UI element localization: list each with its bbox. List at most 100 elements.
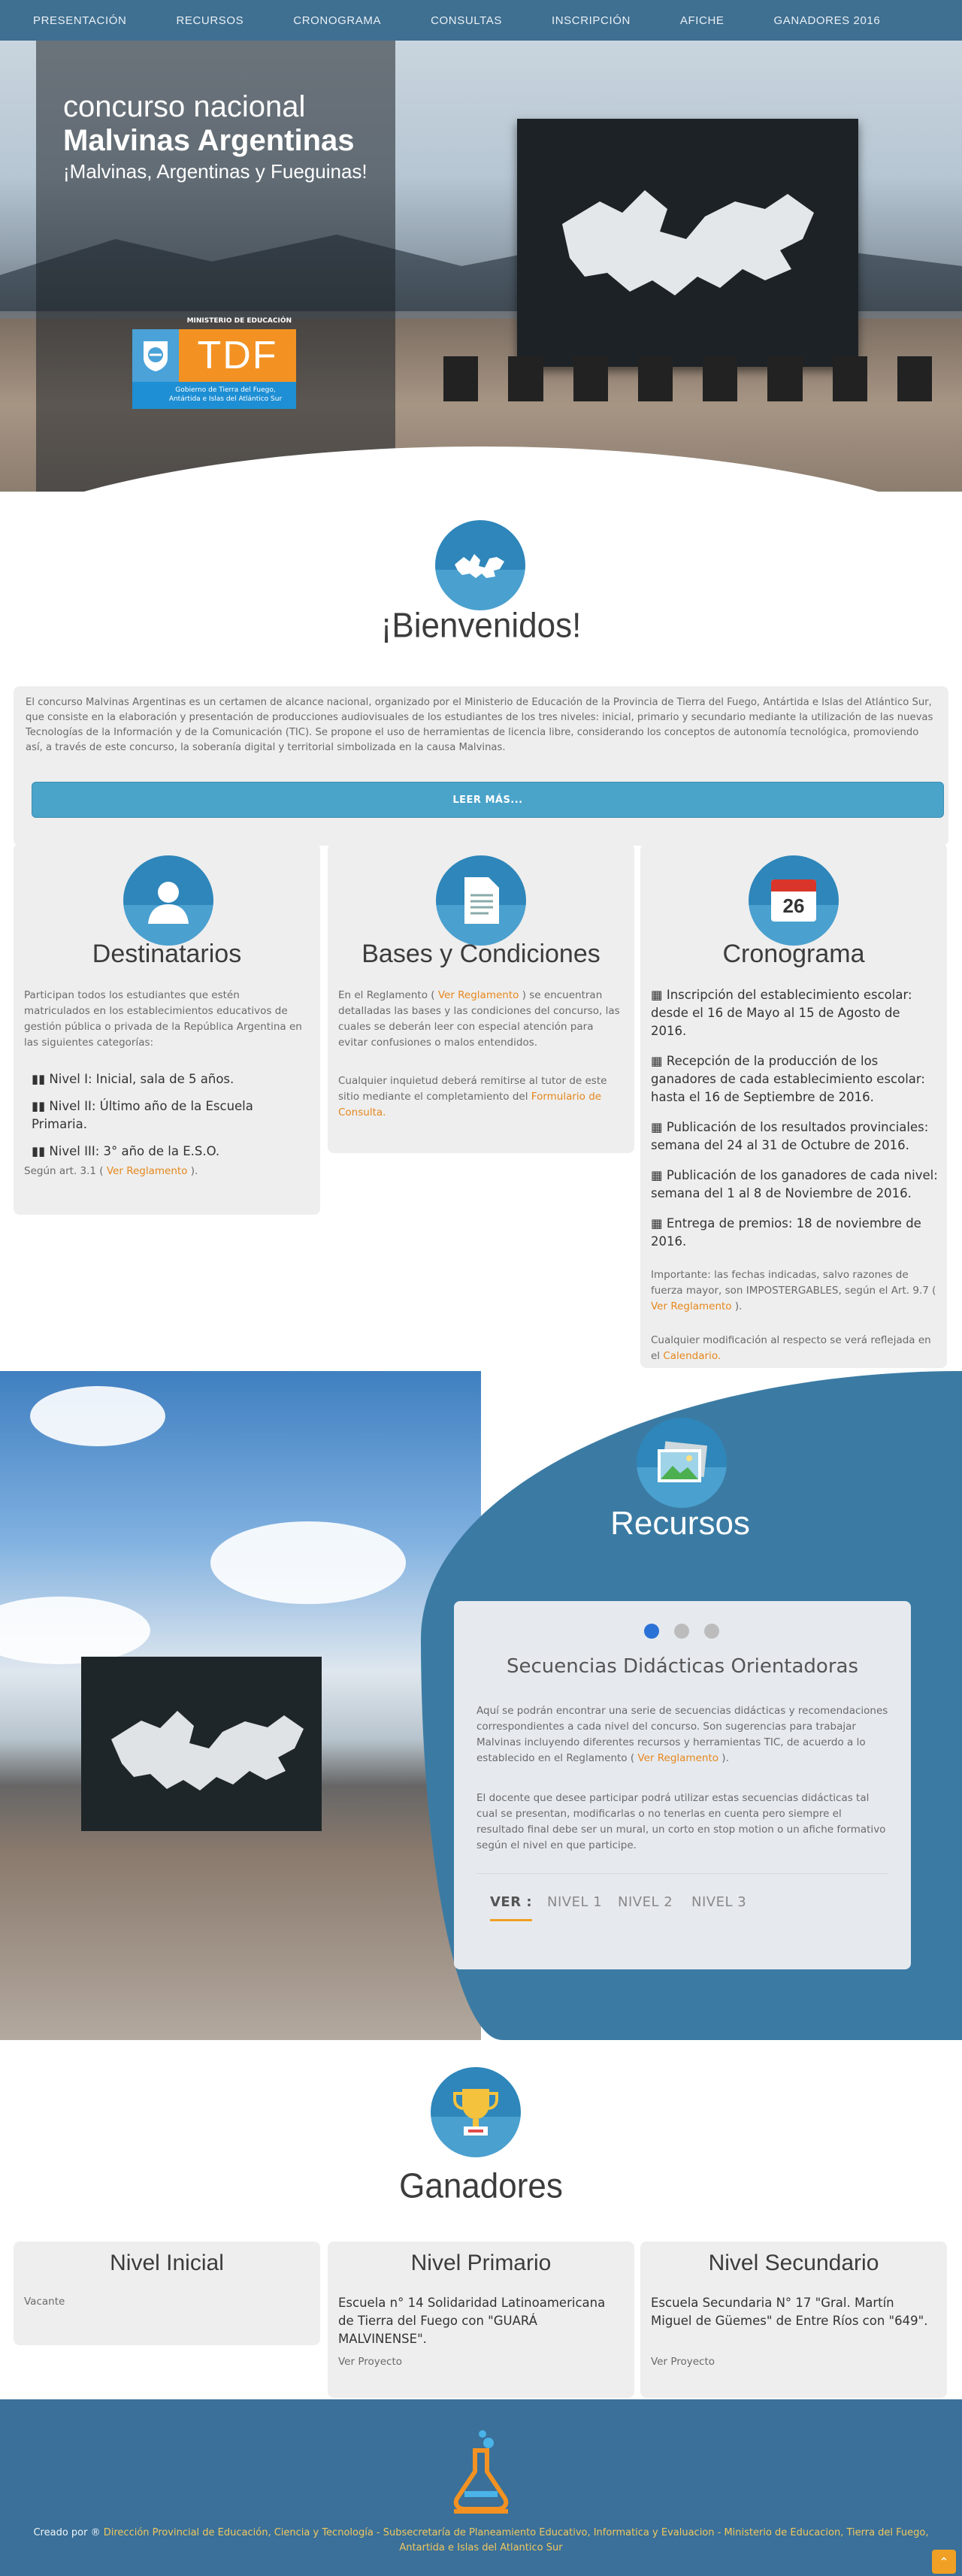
footer: Creado por ® Dirección Provincial de Edu… [0, 2399, 962, 2576]
tab-ver[interactable]: VER : [490, 1894, 533, 1921]
chevron-up-icon: ⌃ [939, 2554, 949, 2569]
nivel-inicial-title: Nivel Inicial [110, 2251, 224, 2275]
hero-line-3: ¡Malvinas, Argentinas y Fueguinas! [63, 160, 368, 183]
monument-blocks [443, 356, 932, 401]
ver-proyecto-secundario-link[interactable]: Ver Proyecto [651, 2354, 715, 2370]
destinatarios-note: Según art. 3.1 ( Ver Reglamento ). [24, 1165, 198, 1177]
carousel-title: Secuencias Didácticas Orientadoras [507, 1655, 858, 1678]
document-icon [436, 855, 526, 946]
welcome-title: ¡Bienvenidos! [380, 606, 582, 646]
tab-nivel-1[interactable]: NIVEL 1 [547, 1894, 602, 1910]
nav-ganadores-2016[interactable]: GANADORES 2016 [774, 14, 881, 27]
bases-contact: Cualquier inquietud deberá remitirse al … [338, 1075, 607, 1118]
bar-chart-icon: ▮▮ [32, 1072, 46, 1086]
ver-reglamento-link[interactable]: Ver Reglamento [438, 989, 519, 1001]
schedule-list: ▦ Inscripción del establecimiento escola… [651, 986, 938, 1364]
lab-flask-icon [445, 2426, 517, 2517]
malvinas-monument-image [81, 1657, 322, 1831]
welcome-text: El concurso Malvinas Argentinas es un ce… [26, 697, 933, 753]
footer-credits: Creado por ® Dirección Provincial de Edu… [33, 2527, 929, 2553]
tdf-logo[interactable]: MINISTERIO DE EDUCACIÓN TDF Gobierno de … [132, 317, 296, 410]
nivel-inicial-text: Vacante [24, 2296, 65, 2308]
schedule-item: ▦ Entrega de premios: 18 de noviembre de… [651, 1216, 921, 1249]
calendar-small-icon: ▦ [651, 1120, 663, 1134]
schedule-item: ▦ Inscripción del establecimiento escola… [651, 988, 912, 1038]
recursos-title: Recursos [610, 1505, 750, 1542]
ver-reglamento-link[interactable]: Ver Reglamento [107, 1165, 188, 1177]
bases-title: Bases y Condiciones [362, 940, 600, 968]
schedule-item: ▦ Recepción de la producción de los gana… [651, 1054, 925, 1104]
recursos-section: Recursos Secuencias Didácticas Orientado… [0, 1371, 962, 2040]
modification-note: Cualquier modificación al respecto se ve… [651, 1334, 931, 1362]
level-item: ▮▮ Nivel II: Último año de la Escuela Pr… [32, 1099, 253, 1131]
tab-nivel-3[interactable]: NIVEL 3 [691, 1894, 746, 1910]
levels-list: ▮▮ Nivel I: Inicial, sala de 5 años. ▮▮ … [32, 1070, 310, 1161]
bar-chart-icon: ▮▮ [32, 1144, 46, 1158]
nivel-primario-title: Nivel Primario [410, 2251, 552, 2275]
calendar-small-icon: ▦ [651, 988, 663, 1002]
footer-credits-link[interactable]: Dirección Provincial de Educación, Cienc… [104, 2527, 929, 2553]
images-icon [637, 1418, 727, 1508]
ganador-inicial-card: Nivel Inicial Vacante [14, 2242, 320, 2345]
calendar-small-icon: ▦ [651, 1216, 663, 1230]
destinatarios-card: Destinatarios Participan todos los estud… [14, 843, 320, 1215]
nivel-secundario-text: Escuela Secundaria N° 17 "Gral. Martín M… [651, 2296, 928, 2328]
destinatarios-title: Destinatarios [92, 940, 242, 968]
bases-text: En el Reglamento ( Ver Reglamento ) se e… [338, 989, 620, 1049]
carousel-dot-1[interactable] [644, 1624, 659, 1639]
carousel-dot-3[interactable] [704, 1624, 719, 1639]
divider [476, 1873, 888, 1874]
hero-line-2: Malvinas Argentinas [63, 124, 355, 157]
schedule-item: ▦ Publicación de los ganadores de cada n… [651, 1168, 938, 1200]
logo-gobierno: Gobierno de Tierra del Fuego, Antártida … [132, 382, 296, 409]
calendar-day: 26 [782, 894, 805, 917]
ganadores-title: Ganadores [399, 2166, 563, 2206]
nav-presentacion[interactable]: PRESENTACIÓN [33, 14, 126, 27]
bar-chart-icon: ▮▮ [32, 1099, 46, 1113]
trophy-icon [431, 2067, 521, 2157]
recursos-carousel-card: Secuencias Didácticas Orientadoras Aquí … [454, 1601, 911, 1969]
bases-card: Bases y Condiciones En el Reglamento ( V… [328, 843, 634, 1153]
calendario-link[interactable]: Calendario. [663, 1350, 721, 1362]
logo-ministerio: MINISTERIO DE EDUCACIÓN [186, 317, 292, 325]
ver-proyecto-primario-link[interactable]: Ver Proyecto [338, 2354, 402, 2370]
ganador-secundario-card: Nivel Secundario Escuela Secundaria N° 1… [640, 2242, 947, 2398]
ver-reglamento-link[interactable]: Ver Reglamento [637, 1752, 718, 1764]
ver-reglamento-link[interactable]: Ver Reglamento [651, 1300, 732, 1312]
nav-inscripcion[interactable]: INSCRIPCIÓN [552, 14, 631, 27]
scroll-to-top-button[interactable]: ⌃ [932, 2550, 956, 2574]
nav-recursos[interactable]: RECURSOS [176, 14, 244, 27]
cronograma-title: Cronograma [722, 940, 865, 968]
nav-afiche[interactable]: AFICHE [680, 14, 725, 27]
level-item: ▮▮ Nivel I: Inicial, sala de 5 años. [32, 1072, 234, 1086]
hero-heading: concurso nacional Malvinas Argentinas ¡M… [63, 90, 368, 185]
ganador-primario-card: Nivel Primario Escuela n° 14 Solidaridad… [328, 2242, 634, 2398]
important-note: Importante: las fechas indicadas, salvo … [651, 1269, 936, 1312]
recursos-text-1: Aquí se podrán encontrar una serie de se… [476, 1705, 888, 1764]
logo-tdf-text: TDF [197, 334, 278, 377]
malvinas-monument-image [517, 119, 858, 367]
top-nav: PRESENTACIÓN RECURSOS CRONOGRAMA CONSULT… [0, 0, 962, 41]
nivel-primario-text: Escuela n° 14 Solidaridad Latinoamerican… [338, 2296, 606, 2346]
calendar-small-icon: ▦ [651, 1168, 663, 1182]
calendar-small-icon: ▦ [651, 1054, 663, 1068]
calendar-icon: 26 [749, 855, 839, 946]
nav-cronograma[interactable]: CRONOGRAMA [293, 14, 381, 27]
user-icon [123, 855, 213, 946]
recursos-text-2: El docente que desee participar podrá ut… [476, 1792, 886, 1851]
cronograma-card: 26 Cronograma ▦ Inscripción del establec… [640, 843, 947, 1368]
destinatarios-intro: Participan todos los estudiantes que est… [24, 989, 302, 1049]
level-item: ▮▮ Nivel III: 3° año de la E.S.O. [32, 1144, 220, 1158]
carousel-dot-2[interactable] [674, 1624, 689, 1639]
read-more-button[interactable]: LEER MÁS... [32, 782, 944, 818]
hero-banner: concurso nacional Malvinas Argentinas ¡M… [0, 41, 962, 492]
province-shield-icon [132, 329, 179, 382]
schedule-item: ▦ Publicación de los resultados provinci… [651, 1120, 929, 1152]
islands-icon [435, 520, 525, 610]
tab-nivel-2[interactable]: NIVEL 2 [618, 1894, 673, 1910]
hero-line-1: concurso nacional [63, 90, 306, 123]
nav-consultas[interactable]: CONSULTAS [431, 14, 502, 27]
recursos-photo [0, 1371, 481, 2040]
nivel-secundario-title: Nivel Secundario [708, 2251, 879, 2275]
welcome-box: El concurso Malvinas Argentinas es un ce… [14, 686, 948, 846]
